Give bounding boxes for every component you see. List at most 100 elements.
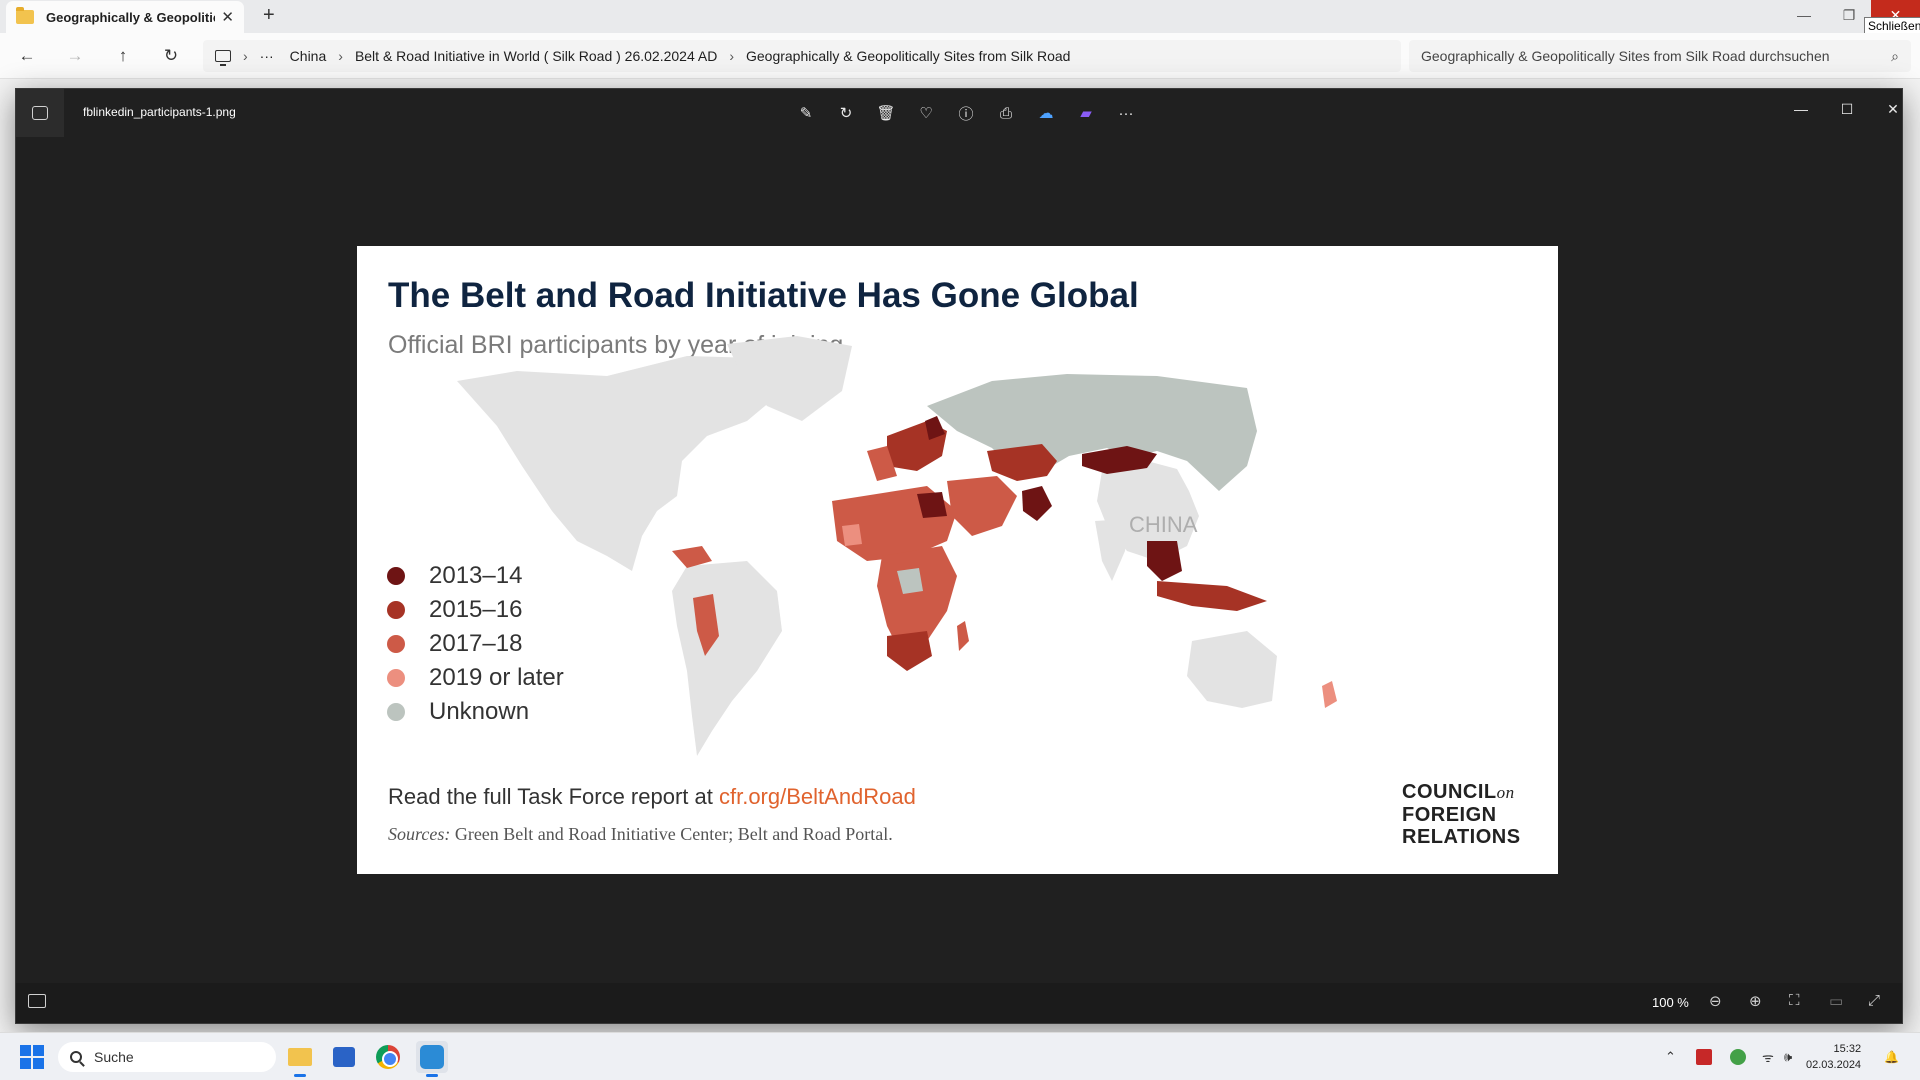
- explorer-navbar: ← → ↑ ↻ › ··· China › Belt & Road Initia…: [0, 33, 1920, 79]
- breadcrumb-segment-2[interactable]: Geographically & Geopolitically Sites fr…: [746, 48, 1070, 64]
- legend-swatch: [387, 703, 405, 721]
- search-icon: ⌕: [1891, 47, 1899, 64]
- tray-app-red-icon[interactable]: [1696, 1033, 1712, 1080]
- edit-icon[interactable]: ✎: [786, 100, 826, 126]
- viewer-tools: ✎ ↻ 🗑 ♡ ⓘ ⎙ ☁ ▰ ···: [786, 100, 1146, 126]
- breadcrumb-more[interactable]: ···: [260, 48, 274, 64]
- graphic-title: The Belt and Road Initiative Has Gone Gl…: [388, 276, 1139, 315]
- delete-icon[interactable]: 🗑: [866, 100, 906, 126]
- explorer-tab[interactable]: Geographically & Geopoliticall ✕: [6, 1, 244, 33]
- legend-swatch: [387, 635, 405, 653]
- viewer-maximize-button[interactable]: ☐: [1824, 97, 1870, 121]
- minimize-button[interactable]: —: [1781, 0, 1827, 30]
- legend-label: 2017–18: [429, 630, 523, 657]
- south-america: [672, 561, 782, 756]
- china-map-label: CHINA: [1129, 512, 1198, 537]
- cta-link: cfr.org/BeltAndRoad: [718, 784, 916, 809]
- print-icon[interactable]: ⎙: [986, 100, 1026, 126]
- search-placeholder: Geographically & Geopolitically Sites fr…: [1421, 48, 1830, 64]
- australia: [1187, 631, 1277, 708]
- taskbar-clock[interactable]: 15:32 02.03.2024: [1806, 1041, 1861, 1073]
- breadcrumb-segment-0[interactable]: China: [290, 48, 327, 64]
- info-icon[interactable]: ⓘ: [946, 100, 986, 126]
- legend-label: 2015–16: [429, 596, 523, 623]
- sources-text: Green Belt and Road Initiative Center; B…: [450, 824, 893, 844]
- southeast-asia-2013: [1147, 541, 1182, 581]
- legend-swatch: [387, 567, 405, 585]
- fullscreen-icon[interactable]: ⤢: [1868, 992, 1880, 1009]
- tab-close-button[interactable]: ✕: [221, 8, 234, 26]
- actual-size-icon[interactable]: ▭: [1829, 992, 1843, 1010]
- viewer-close-button[interactable]: ✕: [1870, 97, 1916, 121]
- zoom-in-icon[interactable]: ⊕: [1749, 992, 1762, 1010]
- pakistan-2013: [1022, 486, 1052, 521]
- taskbar-search-label: Suche: [94, 1049, 134, 1065]
- up-button[interactable]: ↑: [110, 43, 136, 69]
- cfr-logo: COUNCILon FOREIGN RELATIONS: [1402, 781, 1521, 848]
- displayed-image: The Belt and Road Initiative Has Gone Gl…: [357, 246, 1558, 874]
- cfr-logo-on: on: [1496, 783, 1515, 802]
- taskbar-search[interactable]: Suche: [58, 1042, 276, 1072]
- volume-icon[interactable]: 🕪: [1784, 1033, 1792, 1080]
- clipchamp-icon[interactable]: ▰: [1066, 100, 1106, 126]
- search-icon: [70, 1051, 82, 1063]
- chrome-taskbar-icon[interactable]: [372, 1041, 404, 1073]
- madagascar: [957, 621, 969, 651]
- refresh-button[interactable]: ↻: [158, 43, 184, 69]
- legend-item: 2013–14: [387, 559, 564, 593]
- filmstrip-icon[interactable]: [28, 994, 46, 1008]
- windows-start-icon[interactable]: [20, 1045, 44, 1069]
- tray-app-green-icon[interactable]: [1730, 1033, 1746, 1080]
- zoom-out-icon[interactable]: ⊖: [1709, 992, 1722, 1010]
- cfr-logo-line2: FOREIGN: [1402, 804, 1497, 826]
- gallery-icon[interactable]: [16, 89, 64, 137]
- folder-search-input[interactable]: Geographically & Geopolitically Sites fr…: [1409, 40, 1911, 72]
- sources-line: Sources: Green Belt and Road Initiative …: [388, 824, 893, 845]
- favorite-icon[interactable]: ♡: [906, 100, 946, 126]
- photos-taskbar-icon[interactable]: [416, 1041, 448, 1077]
- viewer-toolbar: fblinkedin_participants-1.png ✎ ↻ 🗑 ♡ ⓘ …: [16, 89, 1902, 137]
- legend-item: Unknown: [387, 695, 564, 729]
- north-america: [457, 356, 777, 571]
- tray-overflow-chevron[interactable]: ⌃: [1665, 1033, 1676, 1080]
- new-zealand: [1322, 681, 1337, 708]
- breadcrumb-segment-1[interactable]: Belt & Road Initiative in World ( Silk R…: [355, 48, 717, 64]
- fit-to-window-icon[interactable]: ⛶: [1789, 992, 1800, 1009]
- chevron-right-icon: ›: [243, 48, 248, 64]
- this-pc-icon: [215, 50, 231, 66]
- legend-swatch: [387, 601, 405, 619]
- forward-button[interactable]: →: [62, 43, 88, 69]
- indonesia-2015: [1157, 581, 1267, 611]
- onedrive-icon[interactable]: ☁: [1026, 100, 1066, 126]
- notification-bell-icon[interactable]: 🔔: [1884, 1033, 1899, 1080]
- zoom-level[interactable]: 100 %: [1652, 995, 1689, 1010]
- rotate-icon[interactable]: ↻: [826, 100, 866, 126]
- west-africa-2019: [842, 524, 862, 546]
- file-explorer-taskbar-icon[interactable]: [284, 1041, 316, 1077]
- chevron-right-icon: ›: [729, 48, 734, 64]
- southern-africa-2015: [887, 631, 932, 671]
- cfr-logo-line3: RELATIONS: [1402, 826, 1521, 848]
- russia: [927, 374, 1257, 491]
- legend-item: 2015–16: [387, 593, 564, 627]
- folder-icon: [16, 7, 34, 24]
- chevron-right-icon: ›: [338, 48, 343, 64]
- legend-label: Unknown: [429, 698, 530, 725]
- store-taskbar-icon[interactable]: [328, 1041, 360, 1073]
- new-tab-button[interactable]: +: [263, 4, 275, 27]
- legend-label: 2019 or later: [429, 664, 564, 691]
- explorer-titlebar: Geographically & Geopoliticall ✕ + — ❐ ✕…: [0, 0, 1920, 35]
- wifi-icon[interactable]: ᯤ: [1762, 1033, 1774, 1080]
- back-button[interactable]: ←: [14, 43, 40, 69]
- viewer-minimize-button[interactable]: —: [1778, 97, 1824, 121]
- world-map: CHINA: [457, 336, 1337, 756]
- address-bar[interactable]: › ··· China › Belt & Road Initiative in …: [203, 40, 1401, 72]
- middle-east-2017: [947, 476, 1017, 536]
- taskbar: Suche ⌃ ᯤ 🕪 15:32 02.03.2024 🔔: [0, 1032, 1920, 1080]
- cfr-logo-line1: COUNCIL: [1402, 781, 1497, 803]
- clock-date: 02.03.2024: [1806, 1059, 1862, 1071]
- clock-time: 15:32: [1833, 1043, 1862, 1055]
- legend-swatch: [387, 669, 405, 687]
- sources-label: Sources:: [388, 824, 451, 844]
- more-icon[interactable]: ···: [1106, 100, 1146, 126]
